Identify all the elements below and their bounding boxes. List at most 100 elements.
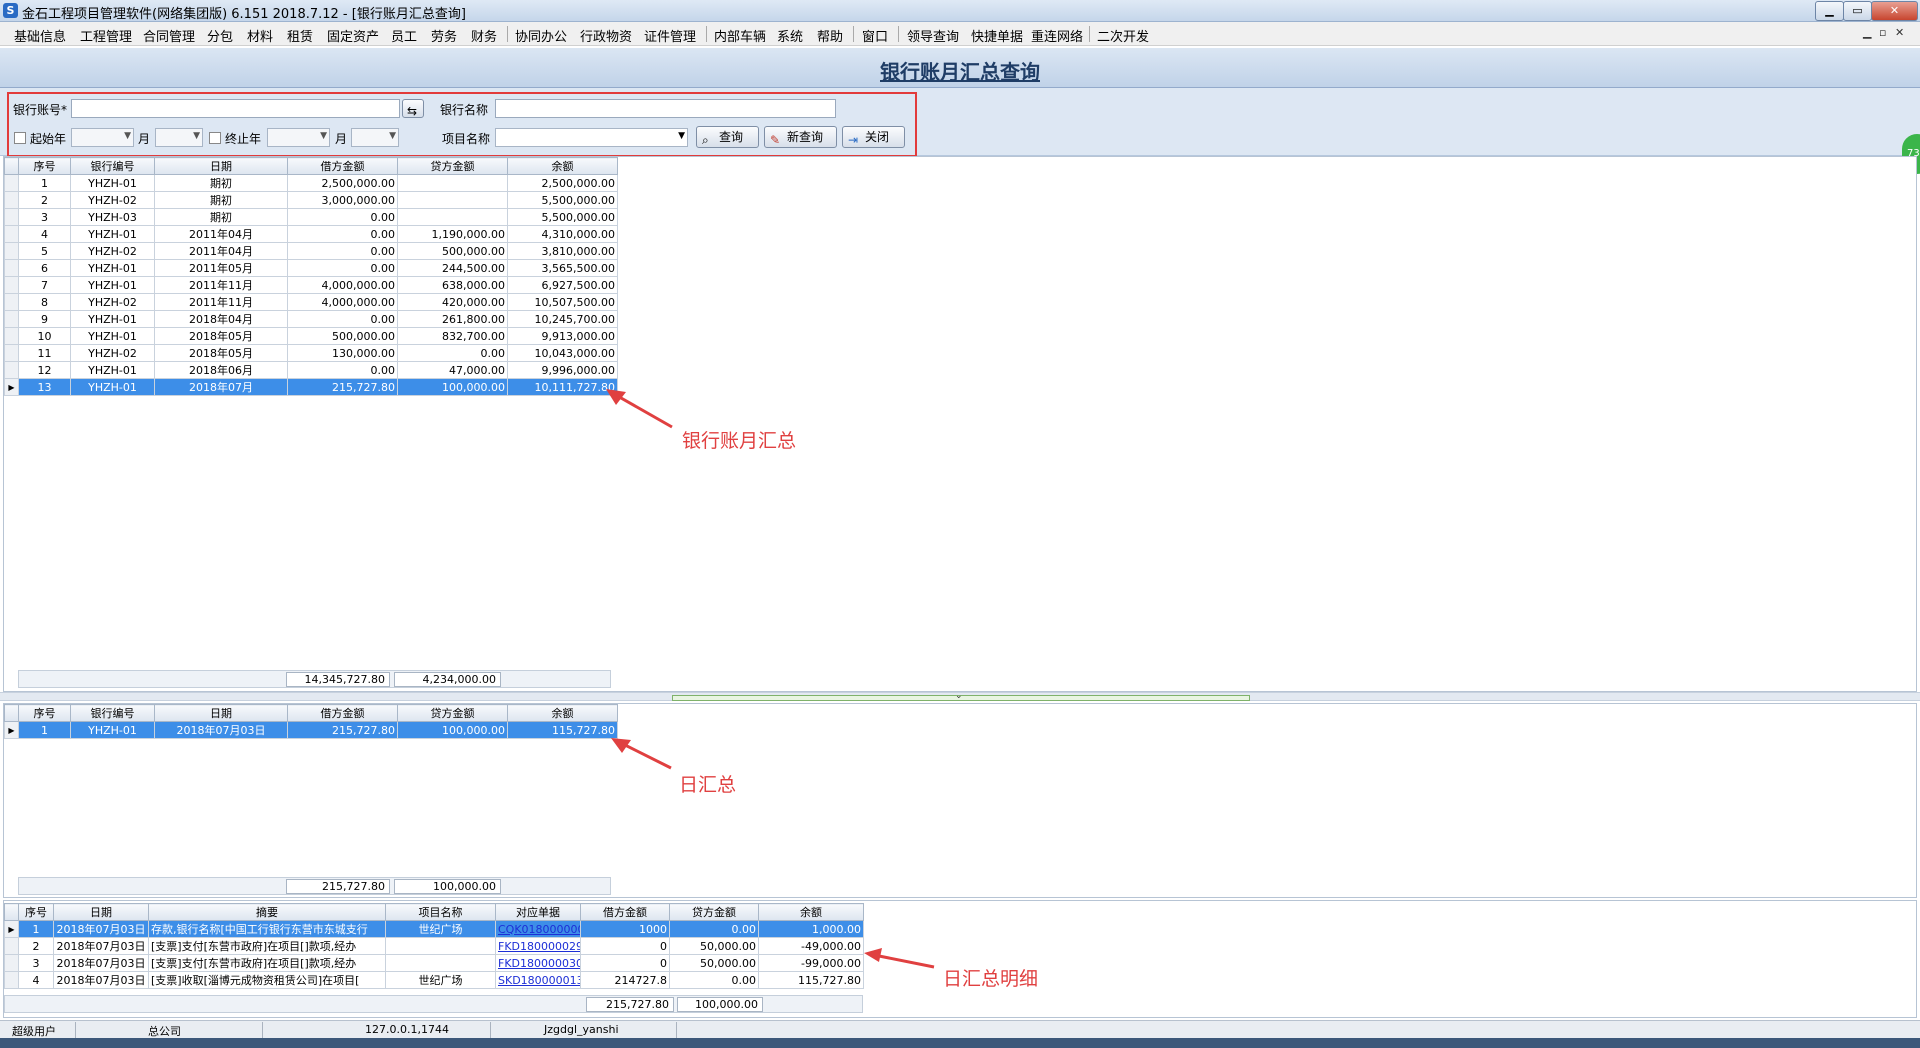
table-row[interactable]: 12 YHZH-01 2018年06月 0.00 47,000.00 9,996,000.… [4,361,618,379]
column-header[interactable]: 序号 [18,903,54,921]
table-cell[interactable]: 0.00 [287,225,398,243]
table-cell[interactable]: 2018年04月 [154,310,288,328]
table-row[interactable]: ▶ 1 2018年07月03日 存款,银行名称[中国工行银行东营市东城支行 世纪广场 CQ… [4,920,864,938]
menu-item-window[interactable]: 窗口 [862,26,888,45]
table-cell[interactable]: 期初 [154,208,288,226]
table-cell[interactable]: 2018年07月03日 [53,937,149,955]
table-cell[interactable]: 5 [18,242,71,260]
table-cell[interactable]: 4,000,000.00 [287,293,398,311]
table-cell[interactable]: YHZH-02 [70,293,155,311]
menu-item-labor[interactable]: 劳务 [431,26,457,45]
column-header[interactable]: 日期 [154,157,288,175]
document-link[interactable]: FKD180000029 [498,940,580,953]
table-cell[interactable]: 215,727.80 [287,378,398,396]
table-cell[interactable]: 1 [18,174,71,192]
column-header[interactable]: 贷方金额 [397,704,508,722]
table-cell[interactable]: 10,043,000.00 [507,344,618,362]
table-cell[interactable]: -49,000.00 [758,937,864,955]
table-cell[interactable]: 500,000.00 [287,327,398,345]
table-cell[interactable]: 115,727.80 [758,971,864,989]
column-header[interactable]: 序号 [18,157,71,175]
table-cell[interactable]: 2018年07月03日 [53,954,149,972]
column-header[interactable]: 项目名称 [385,903,496,921]
table-row[interactable]: 10 YHZH-01 2018年05月 500,000.00 832,700.00 9,9… [4,327,618,345]
table-cell[interactable]: 420,000.00 [397,293,508,311]
menu-item-staff[interactable]: 员工 [391,26,417,45]
table-row[interactable]: 8 YHZH-02 2011年11月 4,000,000.00 420,000.00 10… [4,293,618,311]
row-indicator[interactable] [4,971,19,989]
pane-splitter[interactable]: ⌄ [0,691,1920,701]
current-row-pointer-icon[interactable]: ▶ [4,378,19,396]
start-year-select[interactable]: ▼ [71,128,134,147]
bank-account-input[interactable] [71,99,400,118]
row-indicator[interactable] [4,293,19,311]
table-row[interactable]: 3 YHZH-03 期初 0.00 5,500,000.00 [4,208,618,226]
table-cell[interactable]: YHZH-01 [70,259,155,277]
table-cell[interactable]: 2018年05月 [154,344,288,362]
table-cell[interactable]: 2011年04月 [154,242,288,260]
current-row-pointer-icon[interactable]: ▶ [4,721,19,739]
table-cell[interactable]: 11 [18,344,71,362]
table-cell[interactable]: 2011年11月 [154,293,288,311]
column-header[interactable]: 日期 [154,704,288,722]
table-cell[interactable]: 1000 [580,920,670,938]
table-cell[interactable]: CQK0180000002 [495,920,581,938]
table-cell[interactable]: [支票]支付[东营市政府]在项目[]款项,经办 [148,937,386,955]
bank-name-input[interactable] [495,99,836,118]
table-cell[interactable]: 9 [18,310,71,328]
close-window-icon[interactable]: ✕ [1871,1,1918,21]
table-cell[interactable]: 0.00 [287,208,398,226]
column-header[interactable]: 贷方金额 [397,157,508,175]
row-indicator[interactable] [4,191,19,209]
table-cell[interactable]: 214727.8 [580,971,670,989]
column-header[interactable]: 摘要 [148,903,386,921]
column-header[interactable]: 借方金额 [287,157,398,175]
table-cell[interactable]: 3,810,000.00 [507,242,618,260]
table-cell[interactable]: 0.00 [397,344,508,362]
table-cell[interactable]: 13 [18,378,71,396]
table-cell[interactable] [385,937,496,955]
column-header[interactable]: 余额 [507,157,618,175]
table-cell[interactable]: 2011年05月 [154,259,288,277]
row-indicator[interactable] [4,225,19,243]
table-row[interactable]: 6 YHZH-01 2011年05月 0.00 244,500.00 3,565,500.… [4,259,618,277]
table-cell[interactable]: YHZH-01 [70,310,155,328]
table-cell[interactable] [397,208,508,226]
table-cell[interactable]: 5,500,000.00 [507,191,618,209]
document-link[interactable]: CQK0180000002 [498,923,580,936]
menu-item-vehicles[interactable]: 内部车辆 [714,26,766,45]
menu-item-contract-mgmt[interactable]: 合同管理 [143,26,195,45]
table-cell[interactable]: 0 [580,954,670,972]
table-cell[interactable]: 世纪广场 [385,971,496,989]
menu-item-project-mgmt[interactable]: 工程管理 [80,26,132,45]
menu-item-quick-docs[interactable]: 快捷单据 [971,26,1023,45]
table-cell[interactable]: 2011年11月 [154,276,288,294]
table-cell[interactable]: 2018年07月 [154,378,288,396]
column-header[interactable]: 余额 [507,704,618,722]
table-cell[interactable]: 期初 [154,174,288,192]
table-cell[interactable]: 12 [18,361,71,379]
minimize-icon[interactable]: ▁ [1815,1,1844,21]
column-header[interactable]: 借方金额 [580,903,670,921]
table-cell[interactable]: 2018年07月03日 [53,971,149,989]
menu-item-admin-supplies[interactable]: 行政物资 [580,26,632,45]
table-cell[interactable]: YHZH-02 [70,344,155,362]
start-month-select[interactable]: ▼ [155,128,203,147]
menu-item-secondary-dev[interactable]: 二次开发 [1097,26,1149,45]
row-indicator[interactable] [4,174,19,192]
table-cell[interactable]: 2018年05月 [154,327,288,345]
mdi-minimize-icon[interactable]: ▁ [1863,26,1871,39]
row-indicator[interactable] [4,327,19,345]
table-cell[interactable]: 8 [18,293,71,311]
table-cell[interactable]: YHZH-01 [70,225,155,243]
table-cell[interactable]: 0.00 [287,259,398,277]
bank-account-picker-button[interactable]: ⇆ [402,99,424,118]
table-cell[interactable]: 2011年04月 [154,225,288,243]
table-cell[interactable] [397,174,508,192]
column-header[interactable]: 对应单据 [495,903,581,921]
table-cell[interactable]: 4,310,000.00 [507,225,618,243]
row-indicator[interactable] [4,361,19,379]
table-cell[interactable]: 3,565,500.00 [507,259,618,277]
start-year-checkbox[interactable] [14,132,26,144]
column-header[interactable]: 余额 [758,903,864,921]
